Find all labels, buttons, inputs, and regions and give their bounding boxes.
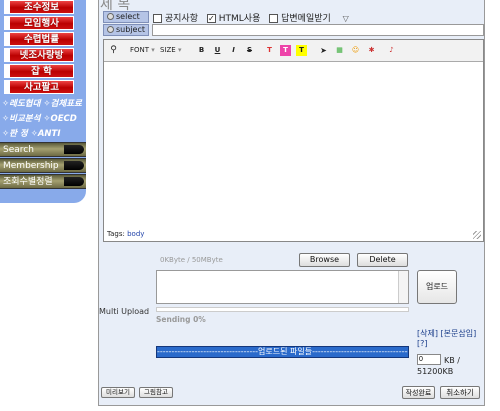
sidebar-link[interactable]: ✧레도협대 [2, 97, 40, 109]
subject-label: subject [103, 24, 149, 36]
options-row: 공지사항 ✓ HTML사용 답변메일받기 ▽ [153, 11, 349, 24]
bullet-icon [64, 145, 84, 154]
pointer-icon[interactable]: ➤ [318, 45, 329, 56]
bullet-icon [64, 161, 84, 170]
chevron-down-icon[interactable]: ▽ [343, 14, 349, 23]
size-info: 0KByte / 50MByte [160, 256, 223, 264]
sidebar-sort-button[interactable]: 조회수별정렬 [0, 174, 86, 189]
subject-input[interactable] [152, 24, 484, 36]
delete-button[interactable]: Delete [357, 253, 408, 267]
sidebar-search-button[interactable]: Search [0, 142, 86, 157]
sidebar-link[interactable]: ✧판 정 [2, 127, 28, 139]
search-icon[interactable]: ⚲ [108, 45, 119, 56]
size-dropdown[interactable]: SIZE ▾ [160, 45, 181, 56]
editor-toolbar: ⚲ FONT ▾ SIZE ▾ B U I S T T T ➤ ▦ ☺ ✱ ♪ [104, 40, 483, 62]
resize-grip-icon[interactable] [473, 231, 481, 239]
sidebar-membership-button[interactable]: Membership [0, 158, 86, 173]
sidebar-item-3[interactable]: 수렵법률 [4, 32, 74, 46]
option-reply-mail[interactable]: 답변메일받기 [269, 11, 331, 24]
sidebar-item-4[interactable]: 넷조사랑방 [4, 48, 74, 62]
preview-button[interactable]: 미리보기 [101, 387, 135, 398]
select-label: select [103, 11, 149, 23]
music-icon[interactable]: ♪ [386, 45, 397, 56]
sidebar-blue-row: ✧판 정 ✧ANTI [2, 127, 84, 141]
editor-content-area[interactable] [104, 63, 483, 231]
option-notice[interactable]: 공지사항 [153, 11, 198, 24]
table-icon[interactable]: ▦ [334, 45, 345, 56]
font-dropdown[interactable]: FONT ▾ [130, 45, 155, 56]
sidebar-blue-row: ✧레도협대 ✧검체표료 [2, 97, 84, 111]
submit-button[interactable]: 작성완료 [402, 386, 435, 399]
browse-button[interactable]: Browse [299, 253, 350, 267]
bullet-label: Membership [3, 161, 59, 171]
sidebar-item-6[interactable]: 사고팔고 [4, 80, 74, 94]
special-char-icon[interactable]: ✱ [366, 45, 377, 56]
kb-input[interactable] [417, 354, 441, 365]
sidebar-item-1[interactable]: 조수정보 [4, 0, 74, 14]
tags-status: Tags: body [107, 230, 145, 238]
sidebar: 조수정보 모임행사 수렵법률 넷조사랑방 잡 학 사고팔고 ✧레도협대 ✧검체표… [0, 0, 86, 203]
radio-icon [107, 26, 114, 33]
bullet-label: 조회수별정렬 [3, 177, 53, 187]
sidebar-item-label: 조수정보 [24, 2, 59, 13]
file-list[interactable] [156, 270, 409, 304]
option-html[interactable]: ✓ HTML사용 [206, 11, 260, 24]
emoticon-icon[interactable]: ☺ [350, 45, 361, 56]
text-editor: ⚲ FONT ▾ SIZE ▾ B U I S T T T ➤ ▦ ☺ ✱ ♪ … [103, 39, 484, 242]
text-bgcolor-button[interactable]: T [280, 45, 291, 56]
sidebar-item-label: 넷조사랑방 [19, 50, 64, 61]
sidebar-item-label: 수렵법률 [24, 34, 59, 45]
sidebar-link[interactable]: ✧검체표료 [43, 97, 81, 109]
upload-progress-bar [156, 307, 409, 312]
uploaded-files-header: -----------------------------------업로드된 … [156, 346, 409, 358]
text-color-button[interactable]: T [264, 45, 275, 56]
checkbox-icon[interactable] [153, 14, 162, 23]
bullet-label: Search [3, 145, 34, 155]
sidebar-link[interactable]: ✧비교분석 [2, 112, 40, 124]
sidebar-link[interactable]: ✧ANTI [31, 129, 61, 139]
checkbox-icon[interactable] [269, 14, 279, 23]
radio-icon [107, 13, 114, 20]
upload-button[interactable]: 업로드 [417, 270, 457, 304]
bold-button[interactable]: B [196, 45, 207, 56]
kb-unit: KB / [444, 356, 460, 365]
checkbox-checked-icon[interactable]: ✓ [206, 14, 216, 23]
sidebar-item-label: 사고팔고 [24, 82, 59, 93]
sidebar-item-label: 잡 학 [31, 66, 52, 77]
sidebar-item-5[interactable]: 잡 학 [4, 64, 74, 78]
file-actions: [삭제] [본문삽입] [?] [417, 329, 476, 349]
multi-upload-label: Multi Upload [99, 307, 150, 316]
highlight-button[interactable]: T [296, 45, 307, 56]
sending-status: Sending 0% [156, 315, 206, 324]
kb-total: 51200KB [417, 367, 454, 376]
strike-button[interactable]: S [244, 45, 255, 56]
sidebar-item-label: 모임행사 [24, 18, 59, 29]
insert-body-link[interactable]: [본문삽입] [441, 329, 477, 338]
image-insert-button[interactable]: 그림참고 [139, 387, 173, 398]
sidebar-blue-row: ✧비교분석 ✧OECD [2, 112, 84, 126]
underline-button[interactable]: U [212, 45, 223, 56]
help-link[interactable]: [?] [417, 339, 428, 348]
cancel-button[interactable]: 취소하기 [440, 386, 480, 399]
sidebar-link[interactable]: ✧OECD [43, 114, 76, 124]
sidebar-item-2[interactable]: 모임행사 [4, 16, 74, 30]
scrollbar[interactable] [398, 271, 408, 303]
bullet-icon [64, 177, 84, 186]
italic-button[interactable]: I [228, 45, 239, 56]
delete-file-link[interactable]: [삭제] [417, 329, 438, 338]
